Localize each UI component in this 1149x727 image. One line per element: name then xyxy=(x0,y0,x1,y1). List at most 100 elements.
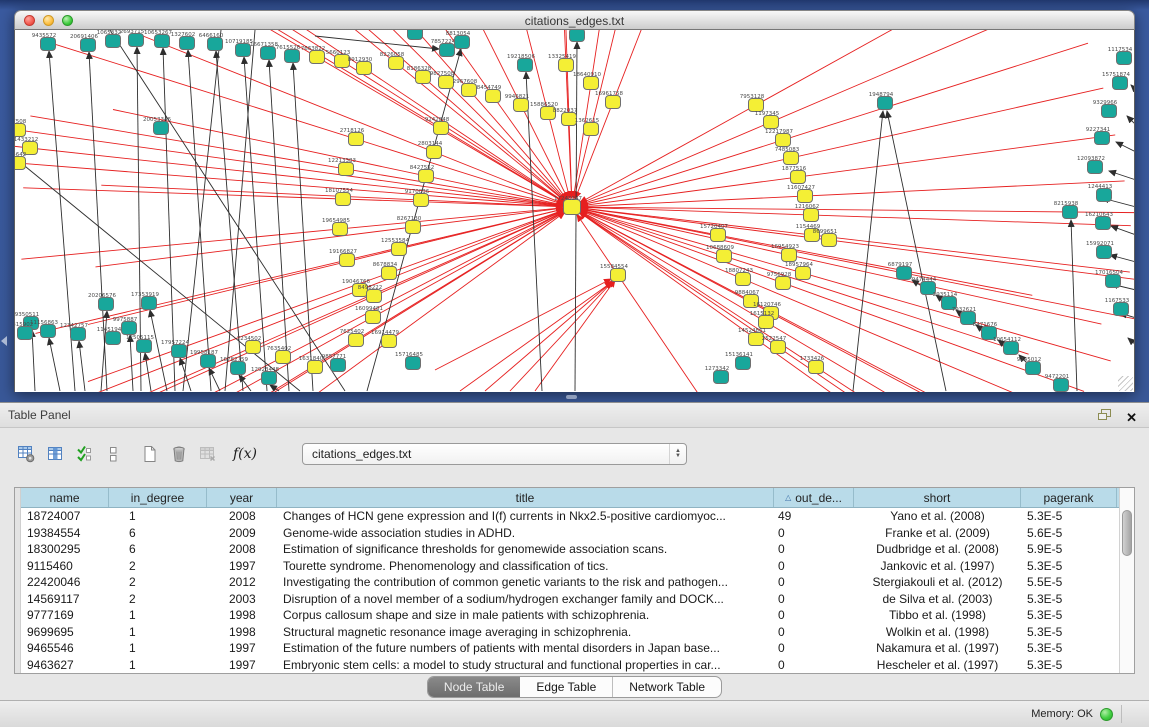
table-row[interactable]: 1938455462009Genome-wide association stu… xyxy=(21,525,1119,542)
network-node[interactable] xyxy=(518,59,533,72)
table-cell[interactable]: 5.5E-5 xyxy=(1021,575,1117,589)
network-node[interactable] xyxy=(201,355,216,368)
table-cell[interactable]: Stergiakouli et al. (2012) xyxy=(854,575,1021,589)
network-node[interactable] xyxy=(776,277,791,290)
table-row[interactable]: 911546021997Tourette syndrome. Phenomeno… xyxy=(21,558,1119,575)
splitter-handle[interactable] xyxy=(566,395,577,399)
network-node[interactable] xyxy=(771,341,786,354)
table-cell[interactable]: Dudbridge et al. (2008) xyxy=(854,542,1021,556)
network-node[interactable] xyxy=(1117,52,1132,65)
network-node[interactable] xyxy=(427,146,442,159)
table-cell[interactable]: 49 xyxy=(774,509,854,523)
table-cell[interactable]: 5.3E-5 xyxy=(1021,658,1117,672)
table-row[interactable]: 1456911722003Disruption of a novel membe… xyxy=(21,591,1119,608)
column-header-year[interactable]: year xyxy=(207,488,277,507)
deselect-all-button[interactable] xyxy=(101,442,125,466)
memory-status-icon[interactable] xyxy=(1100,708,1113,721)
network-node[interactable] xyxy=(1097,246,1112,259)
network-node[interactable] xyxy=(611,269,626,282)
table-cell[interactable]: Tourette syndrome. Phenomenology and cla… xyxy=(277,559,774,573)
table-cell[interactable]: Corpus callosum shape and size in male p… xyxy=(277,608,774,622)
table-cell[interactable]: 5.3E-5 xyxy=(1021,509,1117,523)
table-row[interactable]: 1872400712008Changes of HCN gene express… xyxy=(21,508,1119,525)
table-row[interactable]: 969969511998Structural magnetic resonanc… xyxy=(21,624,1119,641)
table-cell[interactable]: 1 xyxy=(109,641,207,655)
float-panel-icon[interactable] xyxy=(1097,408,1112,426)
tab-edge-table[interactable]: Edge Table xyxy=(520,677,612,697)
table-cell[interactable]: Wolkin et al. (1998) xyxy=(854,625,1021,639)
table-cell[interactable]: Estimation of significance thresholds fo… xyxy=(277,542,774,556)
table-cell[interactable]: 18724007 xyxy=(21,509,109,523)
table-cell[interactable]: Jankovic et al. (1997) xyxy=(854,559,1021,573)
network-node[interactable] xyxy=(1095,132,1110,145)
network-node[interactable] xyxy=(736,273,751,286)
table-row[interactable]: 2242004622012Investigating the contribut… xyxy=(21,574,1119,591)
network-node[interactable] xyxy=(584,77,599,90)
network-node[interactable] xyxy=(366,311,381,324)
table-cell[interactable]: 1997 xyxy=(207,641,277,655)
network-node[interactable] xyxy=(106,332,121,345)
network-node[interactable] xyxy=(71,328,86,341)
network-node[interactable] xyxy=(333,223,348,236)
network-node[interactable] xyxy=(559,59,574,72)
select-all-button[interactable] xyxy=(72,442,96,466)
table-cell[interactable]: Embryonic stem cells: a model to study s… xyxy=(277,658,774,672)
table-cell[interactable]: 18300295 xyxy=(21,542,109,556)
network-node[interactable] xyxy=(41,38,56,51)
table-cell[interactable]: 2 xyxy=(109,559,207,573)
network-node[interactable] xyxy=(711,229,726,242)
network-node[interactable] xyxy=(809,361,824,374)
table-cell[interactable]: 19384554 xyxy=(21,526,109,540)
table-cell[interactable]: 2009 xyxy=(207,526,277,540)
close-panel-icon[interactable]: ✕ xyxy=(1126,411,1137,424)
table-cell[interactable]: 2 xyxy=(109,592,207,606)
network-node[interactable] xyxy=(570,30,585,42)
network-node[interactable] xyxy=(99,298,114,311)
table-cell[interactable]: 22420046 xyxy=(21,575,109,589)
column-header-name[interactable]: name xyxy=(21,488,109,507)
network-node[interactable] xyxy=(798,190,813,203)
network-node[interactable] xyxy=(434,122,449,135)
table-cell[interactable]: 5.3E-5 xyxy=(1021,592,1117,606)
network-node[interactable] xyxy=(796,267,811,280)
table-row[interactable]: 977716911998Corpus callosum shape and si… xyxy=(21,607,1119,624)
table-mode-button[interactable] xyxy=(14,442,38,466)
new-column-button[interactable] xyxy=(138,442,162,466)
network-node[interactable] xyxy=(714,371,729,384)
network-node[interactable] xyxy=(606,96,621,109)
table-cell[interactable]: 2003 xyxy=(207,592,277,606)
resize-grip-icon[interactable] xyxy=(1118,376,1133,391)
function-builder-button[interactable]: f(x) xyxy=(233,442,257,466)
table-cell[interactable]: 5.3E-5 xyxy=(1021,559,1117,573)
network-node[interactable] xyxy=(1088,161,1103,174)
network-node[interactable] xyxy=(1004,342,1019,355)
table-cell[interactable]: 5.3E-5 xyxy=(1021,625,1117,639)
network-node[interactable] xyxy=(822,234,837,247)
network-node[interactable] xyxy=(137,340,152,353)
network-node[interactable] xyxy=(231,362,246,375)
network-node[interactable] xyxy=(389,57,404,70)
network-node[interactable] xyxy=(791,171,806,184)
network-node[interactable] xyxy=(1054,379,1069,392)
network-node[interactable] xyxy=(81,39,96,52)
vertical-scrollbar[interactable] xyxy=(1119,488,1134,673)
network-node[interactable] xyxy=(208,38,223,51)
network-node[interactable] xyxy=(414,194,429,207)
table-cell[interactable]: Changes of HCN gene expression and I(f) … xyxy=(277,509,774,523)
tab-network-table[interactable]: Network Table xyxy=(612,677,721,697)
network-node[interactable] xyxy=(784,152,799,165)
network-node[interactable] xyxy=(419,170,434,183)
network-node[interactable] xyxy=(357,62,372,75)
network-node[interactable] xyxy=(514,99,529,112)
table-cell[interactable]: Yano et al. (2008) xyxy=(854,509,1021,523)
network-node[interactable] xyxy=(339,163,354,176)
delete-table-button[interactable] xyxy=(196,442,220,466)
table-cell[interactable]: 0 xyxy=(774,559,854,573)
table-cell[interactable]: de Silva et al. (2003) xyxy=(854,592,1021,606)
table-select-dropdown[interactable]: citations_edges.txt ▲▼ xyxy=(302,443,687,465)
table-cell[interactable]: Estimation of the future numbers of pati… xyxy=(277,641,774,655)
network-node[interactable] xyxy=(408,30,423,40)
table-cell[interactable]: 6 xyxy=(109,526,207,540)
network-node[interactable] xyxy=(15,157,26,170)
column-header-short[interactable]: short xyxy=(854,488,1021,507)
